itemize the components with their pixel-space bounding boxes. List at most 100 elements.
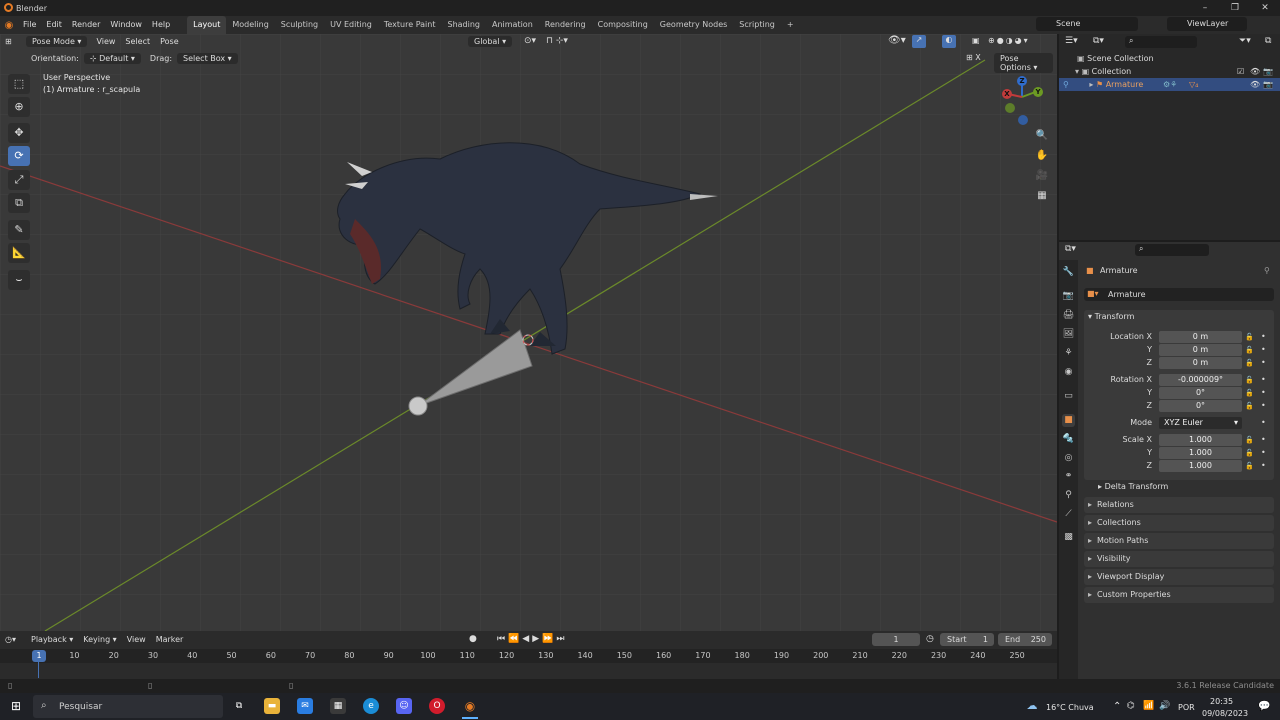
menu-render[interactable]: Render [67, 16, 105, 34]
lock-icon[interactable]: 🔓 [1245, 462, 1254, 470]
keyframe-dot-icon[interactable]: • [1261, 401, 1266, 410]
lock-icon[interactable]: 🔓 [1245, 359, 1254, 367]
taskbar-search-box[interactable]: ⌕ Pesquisar [33, 695, 223, 718]
timeline-editor-icon[interactable]: ◷▾ [0, 635, 26, 644]
menu-playback[interactable]: Playback ▾ [26, 635, 78, 644]
gizmo-toggle-icon[interactable]: ↗ [912, 35, 926, 48]
expand-arrow-icon[interactable]: ▸ [1089, 80, 1093, 89]
tray-chevron-icon[interactable]: ⌃ [1113, 701, 1121, 712]
panel-viewport-display[interactable]: ▸ Viewport Display [1084, 569, 1274, 585]
outliner-row-armature[interactable]: ⚲ ▸ ⚑ Armature ⚙⚘ ▽₄ 👁 📷 [1059, 78, 1280, 91]
store-icon[interactable]: ▦ [330, 698, 346, 714]
menu-pose[interactable]: Pose [155, 37, 184, 46]
texture-tab-icon[interactable]: ▩ [1062, 531, 1075, 544]
file-explorer-icon[interactable]: ▬ [264, 698, 280, 714]
windows-start-icon[interactable]: ⊞ [8, 698, 24, 714]
blender-taskbar-icon[interactable]: ◉ [462, 698, 478, 714]
outliner-editor-icon[interactable]: ☰▾ [1065, 36, 1078, 46]
scale-z-field[interactable]: 1.000 [1159, 460, 1242, 472]
lock-icon[interactable]: 🔓 [1245, 333, 1254, 341]
start-frame-field[interactable]: Start 1 [940, 633, 994, 646]
delta-transform-subpanel[interactable]: ▸ Delta Transform [1098, 482, 1168, 491]
pose-options-dropdown[interactable]: Pose Options ▾ [994, 53, 1053, 73]
output-tab-icon[interactable]: 🖨 [1062, 309, 1075, 322]
overlay-toggle-icon[interactable]: ◐ [942, 35, 956, 48]
wifi-icon[interactable]: 📶 [1143, 701, 1154, 711]
menu-file[interactable]: File [18, 16, 41, 34]
tool-tab-icon[interactable]: 🔧 [1062, 266, 1075, 279]
clock-date[interactable]: 09/08/2023 [1202, 709, 1248, 718]
scale-tool-icon[interactable]: ⤢ [8, 170, 30, 190]
stopwatch-icon[interactable]: ◷ [926, 634, 934, 644]
tab-geometry-nodes[interactable]: Geometry Nodes [654, 16, 733, 34]
display-mode-icon[interactable]: ⧉▾ [1093, 36, 1104, 46]
lock-icon[interactable]: 🔓 [1245, 346, 1254, 354]
close-button[interactable]: ✕ [1250, 0, 1280, 16]
cursor-tool-icon[interactable]: ⊕ [8, 97, 30, 117]
tab-scripting[interactable]: Scripting [733, 16, 781, 34]
camera-icon[interactable]: 📷 [1263, 65, 1273, 78]
properties-editor-icon[interactable]: ⧉▾ [1065, 244, 1076, 254]
opera-icon[interactable]: O [429, 698, 445, 714]
rotation-z-field[interactable]: 0° [1159, 400, 1242, 412]
properties-search-input[interactable]: ⌕ [1135, 244, 1209, 256]
eye-icon[interactable]: 👁 [1250, 78, 1260, 91]
pivot-point-icon[interactable]: ⊙▾ [524, 36, 536, 46]
panel-motion-paths[interactable]: ▸ Motion Paths [1084, 533, 1274, 549]
scene-selector[interactable]: Scene [1036, 17, 1138, 31]
snap-icon[interactable]: ⊓ ⊹▾ [546, 36, 568, 46]
keyframe-dot-icon[interactable]: • [1261, 345, 1266, 354]
keyframe-dot-icon[interactable]: • [1261, 461, 1266, 470]
tab-rendering[interactable]: Rendering [539, 16, 592, 34]
lock-icon[interactable]: 🔓 [1245, 389, 1254, 397]
collection-tab-icon[interactable]: ▭ [1062, 390, 1075, 403]
editor-type-icon[interactable]: ⊞ [0, 37, 26, 46]
edge-icon[interactable]: e [363, 698, 379, 714]
world-tab-icon[interactable]: ◉ [1062, 366, 1075, 379]
clock-time[interactable]: 20:35 [1210, 697, 1233, 706]
gizmo-z-axis[interactable]: Z [1017, 76, 1027, 86]
tab-layout[interactable]: Layout [187, 16, 227, 34]
pin-icon[interactable]: ⚲ [1264, 266, 1270, 275]
scale-y-field[interactable]: 1.000 [1159, 447, 1242, 459]
xray-icon[interactable]: ▣ [972, 36, 980, 45]
tab-uv-editing[interactable]: UV Editing [324, 16, 378, 34]
panel-collections[interactable]: ▸ Collections [1084, 515, 1274, 531]
location-z-field[interactable]: 0 m [1159, 357, 1242, 369]
object-data-tab-icon[interactable]: ⚲ [1062, 489, 1075, 502]
notifications-icon[interactable]: 💬 [1258, 701, 1270, 712]
blender-menu-icon[interactable]: ◉ [0, 20, 18, 31]
view-layer-selector[interactable]: ViewLayer [1167, 17, 1247, 31]
minimize-button[interactable]: – [1190, 0, 1220, 16]
mirror-icon[interactable]: ⊞ X [966, 53, 981, 62]
language-indicator[interactable]: POR [1178, 703, 1195, 712]
panel-relations[interactable]: ▸ Relations [1084, 497, 1274, 513]
keyframe-dot-icon[interactable]: • [1261, 448, 1266, 457]
lock-icon[interactable]: 🔓 [1245, 436, 1254, 444]
menu-timeline-view[interactable]: View [122, 635, 151, 644]
outliner-row-scene-collection[interactable]: ▣ Scene Collection [1059, 52, 1280, 65]
zoom-icon[interactable]: 🔍 [1034, 128, 1050, 144]
menu-keying[interactable]: Keying ▾ [78, 635, 121, 644]
gizmo-neg-z[interactable] [1018, 115, 1028, 125]
rotation-x-field[interactable]: -0.000009° [1159, 374, 1242, 386]
mail-icon[interactable]: ✉ [297, 698, 313, 714]
location-x-field[interactable]: 0 m [1159, 331, 1242, 343]
lock-icon[interactable]: 🔓 [1245, 376, 1254, 384]
keyframe-dot-icon[interactable]: • [1261, 332, 1266, 341]
eye-icon[interactable]: 👁 [1250, 65, 1260, 78]
rotation-y-field[interactable]: 0° [1159, 387, 1242, 399]
menu-edit[interactable]: Edit [41, 16, 67, 34]
keyframe-dot-icon[interactable]: • [1261, 418, 1266, 427]
view-layer-tab-icon[interactable]: 🖼 [1062, 328, 1075, 341]
tab-sculpting[interactable]: Sculpting [275, 16, 324, 34]
constraint-tab-icon[interactable]: ⚭ [1062, 470, 1075, 483]
annotate-tool-icon[interactable]: ✎ [8, 220, 30, 240]
menu-select[interactable]: Select [120, 37, 155, 46]
menu-window[interactable]: Window [105, 16, 147, 34]
render-tab-icon[interactable]: 📷 [1062, 290, 1075, 303]
ortho-grid-icon[interactable]: ▦ [1034, 188, 1050, 204]
move-tool-icon[interactable]: ✥ [8, 123, 30, 143]
filter-icon[interactable]: ⏷▾ [1239, 36, 1251, 46]
scale-x-field[interactable]: 1.000 [1159, 434, 1242, 446]
